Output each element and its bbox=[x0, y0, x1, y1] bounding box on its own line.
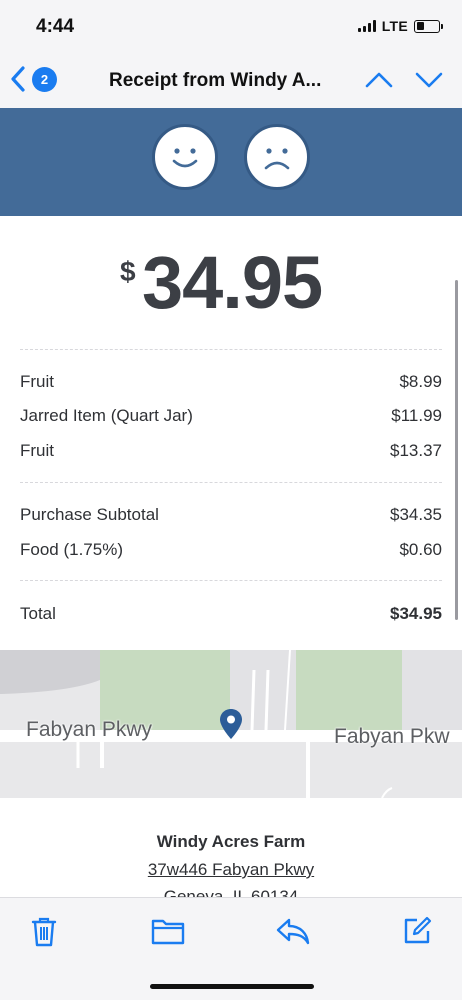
reply-icon bbox=[276, 918, 310, 945]
address-line-2[interactable]: Geneva, IL 60134 bbox=[0, 887, 462, 897]
previous-message-button[interactable] bbox=[364, 68, 394, 97]
address-link[interactable]: 37w446 Fabyan Pkwy bbox=[148, 860, 314, 879]
line-item-name: Jarred Item (Quart Jar) bbox=[20, 406, 193, 425]
street-label: Fabyan Pkw bbox=[334, 725, 450, 748]
total-value: $34.95 bbox=[390, 604, 442, 623]
home-indicator[interactable] bbox=[150, 984, 314, 989]
total-label: Total bbox=[20, 604, 56, 623]
divider bbox=[20, 580, 442, 581]
negative-rating-button[interactable] bbox=[244, 124, 310, 190]
divider bbox=[20, 349, 442, 350]
map-pin-icon bbox=[220, 709, 242, 739]
folder-icon bbox=[151, 919, 185, 945]
chevron-down-icon bbox=[415, 72, 443, 88]
unread-count-badge: 2 bbox=[32, 66, 57, 92]
chevron-left-icon bbox=[11, 66, 25, 92]
subtotal-row: Purchase Subtotal $34.35 bbox=[20, 505, 442, 525]
reply-button[interactable] bbox=[276, 916, 310, 951]
street-label: Fabyan Pkwy bbox=[26, 718, 153, 741]
line-item: Jarred Item (Quart Jar) $11.99 bbox=[20, 406, 442, 426]
address-link[interactable]: Geneva, IL 60134 bbox=[164, 887, 299, 897]
line-item-price: $8.99 bbox=[399, 372, 442, 391]
top-chrome: 4:44 LTE 2 Receipt from Windy A... bbox=[0, 0, 462, 108]
line-item: Fruit $8.99 bbox=[20, 372, 442, 392]
next-message-button[interactable] bbox=[414, 68, 444, 97]
battery-level bbox=[416, 22, 424, 30]
merchant-name: Windy Acres Farm bbox=[156, 832, 306, 851]
address-line-1[interactable]: 37w446 Fabyan Pkwy bbox=[0, 860, 462, 880]
positive-rating-button[interactable] bbox=[152, 124, 218, 190]
page-title: Receipt from Windy A... bbox=[109, 70, 322, 91]
trash-icon bbox=[31, 917, 57, 947]
compose-button[interactable] bbox=[402, 916, 432, 951]
line-item-name: Fruit bbox=[20, 441, 54, 460]
smiley-face-icon bbox=[172, 148, 198, 168]
feedback-rating-band bbox=[0, 108, 462, 216]
back-button[interactable]: 2 bbox=[10, 66, 57, 92]
delete-button[interactable] bbox=[30, 916, 58, 953]
signal-icon bbox=[357, 20, 376, 32]
subtotal-label: Purchase Subtotal bbox=[20, 505, 159, 524]
compose-icon bbox=[404, 916, 432, 944]
tax-value: $0.60 bbox=[399, 540, 442, 559]
scroll-indicator[interactable] bbox=[455, 280, 458, 620]
move-to-folder-button[interactable] bbox=[151, 916, 185, 951]
tax-label: Food (1.75%) bbox=[20, 540, 123, 559]
total-row: Total $34.95 bbox=[20, 604, 442, 624]
line-item-name: Fruit bbox=[20, 372, 54, 391]
network-type: LTE bbox=[381, 18, 408, 34]
currency-symbol: $ bbox=[120, 256, 136, 287]
battery-icon bbox=[414, 19, 443, 33]
frowning-face-icon bbox=[264, 148, 290, 170]
divider bbox=[20, 482, 442, 483]
amount-value: 34.95 bbox=[142, 241, 323, 324]
status-indicators: LTE bbox=[357, 18, 443, 34]
line-item-price: $11.99 bbox=[391, 406, 442, 425]
line-item: Fruit $13.37 bbox=[20, 441, 442, 461]
line-item-price: $13.37 bbox=[390, 441, 442, 460]
chevron-up-icon bbox=[365, 72, 393, 88]
subtotal-value: $34.35 bbox=[390, 505, 442, 524]
location-map[interactable]: Fabyan Pkwy Fabyan Pkw bbox=[0, 650, 462, 798]
tax-row: Food (1.75%) $0.60 bbox=[20, 540, 442, 560]
navigation-bar: 2 Receipt from Windy A... bbox=[0, 56, 462, 108]
status-time: 4:44 bbox=[36, 16, 75, 37]
